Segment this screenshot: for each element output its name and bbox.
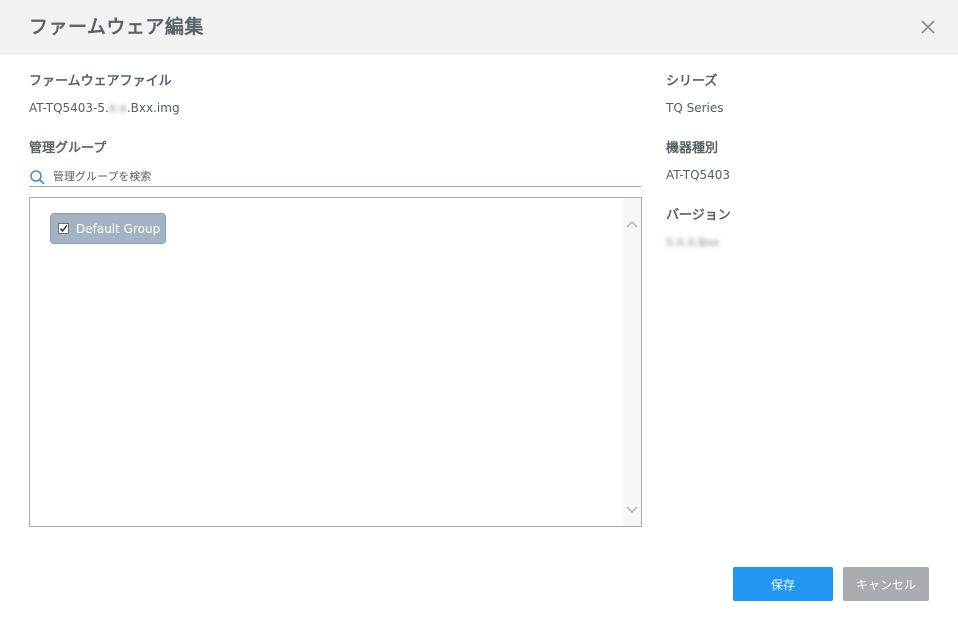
- firmware-file-label: ファームウェアファイル: [29, 74, 172, 89]
- chevron-down-icon[interactable]: [626, 500, 638, 514]
- model-label: 機器種別: [666, 141, 719, 156]
- group-item-default[interactable]: Default Group: [50, 213, 166, 244]
- list-scrollbar[interactable]: [623, 198, 641, 526]
- version-value: 5.X.X.Bxx: [666, 236, 720, 249]
- group-search: [29, 167, 641, 187]
- series-label: シリーズ: [666, 74, 718, 89]
- group-item-label: Default Group: [76, 222, 161, 236]
- firmware-file-value: AT-TQ5403-5.x.x.Bxx.img: [29, 101, 180, 115]
- dialog-title: ファームウェア編集: [29, 16, 204, 38]
- management-group-label: 管理グループ: [29, 141, 107, 156]
- model-value: AT-TQ5403: [666, 168, 731, 182]
- firmware-edit-dialog: ファームウェア編集 ファームウェアファイル AT-TQ5403-5.x.x.Bx…: [0, 0, 958, 625]
- cancel-button[interactable]: キャンセル: [843, 567, 929, 601]
- firmware-file-blurred: x.x: [108, 101, 127, 115]
- dialog-header: ファームウェア編集: [0, 0, 958, 54]
- save-button[interactable]: 保存: [733, 567, 833, 601]
- search-icon: [29, 169, 47, 187]
- series-value: TQ Series: [666, 101, 724, 115]
- version-label: バージョン: [666, 208, 731, 223]
- group-checkbox[interactable]: [58, 223, 69, 234]
- firmware-file-prefix: AT-TQ5403-5.: [29, 101, 109, 115]
- chevron-up-icon[interactable]: [626, 214, 638, 228]
- group-search-input[interactable]: [53, 167, 633, 185]
- group-list: Default Group: [29, 197, 642, 527]
- firmware-file-suffix: .Bxx.img: [126, 101, 180, 115]
- close-icon[interactable]: [920, 19, 936, 35]
